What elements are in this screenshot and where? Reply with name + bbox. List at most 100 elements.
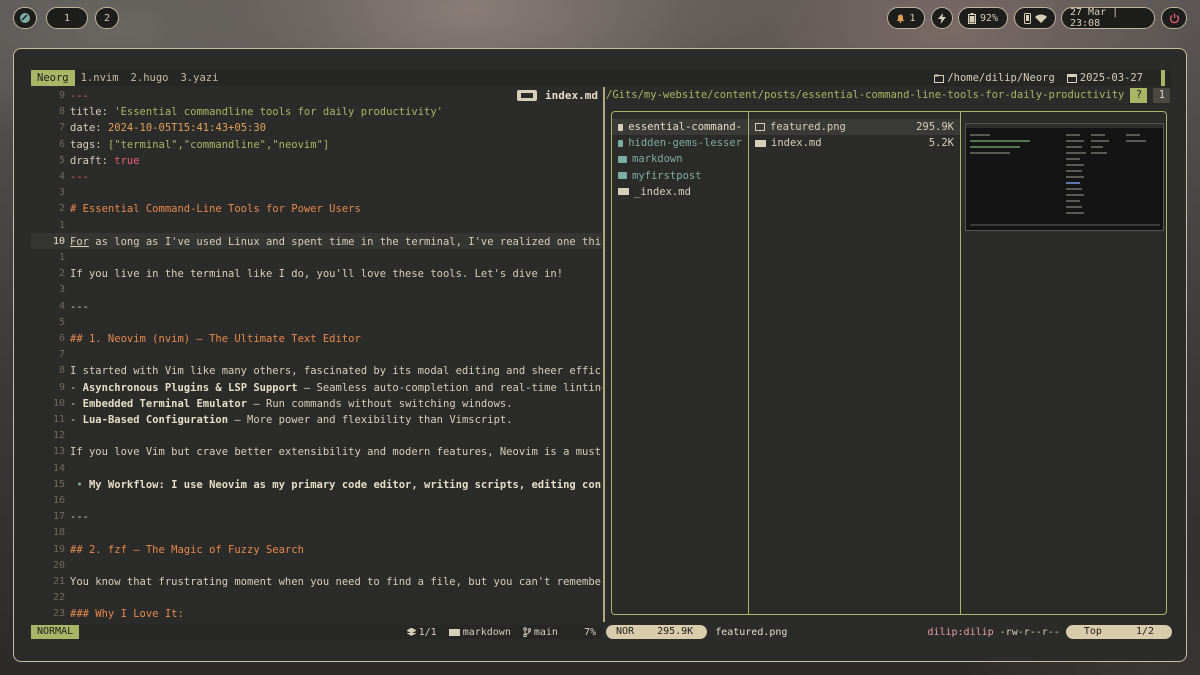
list-item[interactable]: essential-command-	[612, 119, 748, 136]
line-number: 12	[52, 430, 65, 442]
clock[interactable]: 27 Mar | 23:08	[1061, 7, 1155, 29]
list-item[interactable]: myfirstpost	[612, 168, 748, 184]
line-number: 19	[52, 543, 65, 555]
battery-percent: 92%	[979, 12, 999, 24]
entry-name: featured.png	[770, 121, 846, 133]
entry-name: essential-command-	[628, 121, 742, 133]
terminal-window[interactable]: Neorg 1.nvim 2.hugo 3.yazi /home/dilip/N…	[13, 48, 1187, 662]
yazi-parent-column[interactable]: essential-command- hidden-gems-lesser ma…	[612, 112, 749, 614]
line-number: 15	[52, 478, 65, 490]
line-number: 13	[52, 446, 65, 458]
bolt-icon	[938, 12, 946, 24]
line-number: 4	[58, 171, 65, 182]
entry-name: hidden-gems-lesser	[628, 137, 742, 150]
notifications-button[interactable]: 1	[887, 7, 925, 29]
entry-name: index.md	[771, 137, 822, 150]
line-number: 23	[52, 608, 65, 620]
workspace-1[interactable]: 1	[46, 7, 88, 29]
line-number: 22	[52, 592, 65, 604]
code-line: ---	[70, 171, 89, 183]
code-line: - Lua-Based Configuration – More power a…	[70, 414, 513, 426]
folder-icon	[618, 172, 627, 180]
code-line: You know that frustrating moment when yo…	[70, 576, 602, 588]
line-number: 4	[58, 300, 65, 312]
tab-hugo[interactable]: 2.hugo	[125, 70, 175, 86]
scroll-percent: 7%	[583, 626, 596, 638]
line-number: 3	[58, 187, 65, 199]
entry-name: myfirstpost	[632, 169, 702, 182]
folder-icon	[618, 123, 624, 131]
power-profile-button[interactable]	[931, 7, 953, 29]
code-line: tags: ["terminal","commandline","neovim"…	[70, 138, 330, 151]
list-item[interactable]: markdown	[612, 151, 748, 167]
tab-nvim[interactable]: 1.nvim	[75, 70, 125, 86]
workspace-2-label: 2	[103, 12, 111, 24]
winbar-filename-text: index.md	[541, 88, 602, 102]
yazi-mode: NOR	[616, 626, 635, 637]
list-item[interactable]: _index.md	[612, 184, 748, 200]
line-number: 3	[58, 284, 65, 296]
tab-label: 2.hugo	[130, 72, 169, 84]
git-branch-icon	[523, 627, 531, 637]
line-number: 18	[52, 527, 65, 539]
code-line: If you live in the terminal like I do, y…	[70, 268, 564, 281]
list-item[interactable]: featured.png 295.9K	[749, 119, 960, 136]
code-line: ## 2. fzf – The Magic of Fuzzy Search	[70, 543, 304, 556]
session-date: 2025-03-27	[1079, 72, 1143, 84]
tab-yazi[interactable]: 3.yazi	[174, 70, 224, 86]
yazi-header: /Gits/my-website/content/posts/essential…	[606, 87, 1172, 103]
code-line: ## 1. Neovim (nvim) – The Ultimate Text …	[70, 333, 361, 345]
code-line: # Essential Command-Line Tools for Power…	[70, 203, 361, 216]
entry-name: _index.md	[634, 185, 691, 198]
power-button[interactable]	[1161, 7, 1187, 29]
code-line: title: 'Essential commandline tools for …	[70, 106, 443, 119]
code-line: ---	[70, 90, 89, 102]
image-preview	[965, 123, 1164, 231]
line-number: 7	[58, 349, 65, 361]
tab-neorg[interactable]: Neorg	[31, 70, 75, 86]
yazi-current-column[interactable]: featured.png 295.9K index.md 5.2K	[749, 112, 961, 614]
workspace-1-label: 1	[63, 12, 71, 24]
tab-label: Neorg	[37, 72, 69, 84]
scroll-position: Top	[1083, 626, 1102, 637]
line-number: 2	[58, 268, 65, 280]
yazi-tab-1[interactable]: 1	[1153, 87, 1171, 103]
system-tray[interactable]	[1014, 7, 1056, 29]
entry-count: 1/2	[1135, 626, 1154, 637]
list-item[interactable]: hidden-gems-lesser	[612, 135, 748, 151]
code-line: - Asynchronous Plugins & LSP Support – S…	[70, 381, 602, 394]
yazi-tab-active[interactable]: ?	[1130, 87, 1148, 103]
pane-divider[interactable]	[603, 87, 605, 622]
stack-icon	[406, 627, 416, 636]
nvim-editor[interactable]: index.md 9 8 7 6 5 4 3 2 1 10 1 2 3 4 5 6 7 8 9 10 11 12 13 14 1…	[31, 87, 602, 622]
filetype: markdown	[462, 626, 511, 638]
line-number: 9	[58, 381, 65, 393]
code-line: ---	[70, 300, 89, 313]
yazi-preview-column[interactable]	[961, 112, 1166, 614]
entry-name: markdown	[632, 153, 683, 166]
markdown-icon	[517, 89, 538, 101]
yazi-position: Top 1/2	[1065, 625, 1172, 639]
launcher-button[interactable]	[13, 7, 37, 29]
yazi-path: /Gits/my-website/content/posts/essential…	[606, 89, 1125, 101]
line-number: 1	[58, 252, 65, 263]
line-number: 6	[58, 333, 65, 344]
folder-icon	[618, 139, 624, 147]
code-line: ### Why I Love It:	[70, 608, 184, 621]
workspace-2[interactable]: 2	[95, 7, 119, 29]
tmux-tabline: Neorg 1.nvim 2.hugo 3.yazi /home/dilip/N…	[31, 70, 1171, 86]
code-line: ---	[70, 511, 89, 524]
line-number: 5	[58, 316, 65, 328]
list-item[interactable]: index.md 5.2K	[749, 135, 960, 151]
buffer-count: 1/1	[418, 626, 437, 638]
entry-size: 5.2K	[928, 137, 954, 150]
code-line: draft: true	[70, 154, 140, 167]
tabline-accent	[1161, 70, 1165, 86]
markdown-file-icon	[755, 139, 766, 147]
notification-count: 1	[909, 12, 916, 24]
yazi-file-manager[interactable]: essential-command- hidden-gems-lesser ma…	[611, 111, 1167, 615]
line-number: 14	[52, 462, 65, 474]
battery-indicator[interactable]: 92%	[958, 7, 1008, 29]
line-number: 1	[58, 219, 65, 231]
code-line: • My Workflow: I use Neovim as my primar…	[70, 478, 602, 491]
